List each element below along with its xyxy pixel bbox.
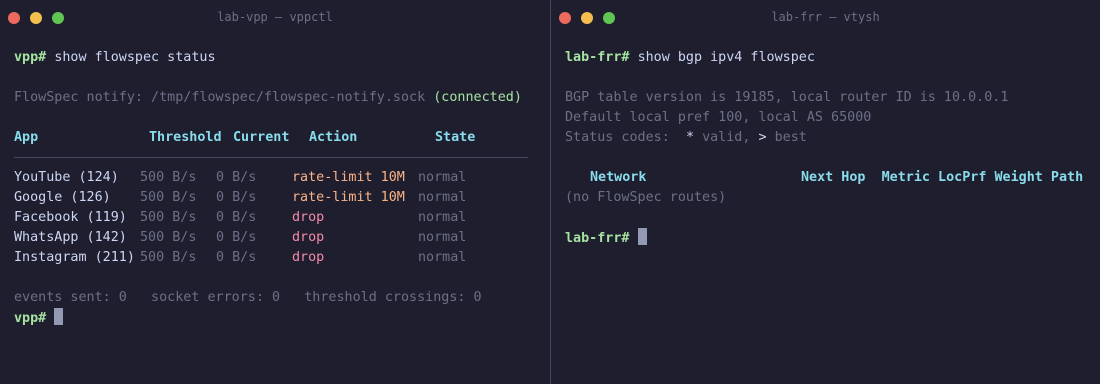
status-code-desc: best: [774, 130, 807, 145]
routes-table-header: Network Next Hop Metric LocPrf Weight Pa…: [565, 168, 1100, 188]
window-titlebar[interactable]: lab-vpp — vppctl: [0, 0, 550, 36]
cell-app: WhatsApp (142): [14, 230, 127, 245]
col-header-threshold: Threshold: [149, 130, 222, 145]
table-row: Facebook (119) 500 B/s 0 B/s drop normal: [14, 208, 550, 228]
cell-threshold: 500 B/s: [140, 230, 197, 245]
cell-action: rate-limit 10M: [292, 190, 405, 205]
cell-threshold: 500 B/s: [140, 170, 197, 185]
terminal-cursor: [54, 308, 64, 325]
cell-current: 0 B/s: [216, 170, 257, 185]
window-title: lab-vpp — vppctl: [217, 10, 333, 24]
window-titlebar[interactable]: lab-frr — vtysh: [551, 0, 1100, 36]
table-row: YouTube (124) 500 B/s 0 B/s rate-limit 10M n…: [14, 168, 550, 188]
terminal-output[interactable]: vpp# show flowspec status FlowSpec notif…: [14, 48, 550, 328]
status-code-desc: valid,: [702, 130, 751, 145]
cell-action: rate-limit 10M: [292, 170, 405, 185]
col-header-state: State: [435, 130, 476, 145]
table-divider: [14, 148, 550, 168]
cell-current: 0 B/s: [216, 210, 257, 225]
cell-state: normal: [418, 250, 467, 265]
cell-threshold: 500 B/s: [140, 210, 197, 225]
terminal-split-view: lab-vpp — vppctl vpp# show flowspec stat…: [0, 0, 1100, 384]
cell-action: drop: [292, 230, 325, 245]
shell-prompt: vpp#: [14, 311, 47, 326]
flowspec-table-body: YouTube (124) 500 B/s 0 B/s rate-limit 10M n…: [14, 168, 550, 268]
cell-app: Google (126): [14, 190, 111, 205]
col-header-action: Action: [309, 130, 358, 145]
command-text: show flowspec status: [54, 50, 216, 65]
cell-action: drop: [292, 250, 325, 265]
col-header-network: Network: [590, 170, 647, 185]
cell-app: YouTube (124): [14, 170, 119, 185]
shell-prompt: vpp#: [14, 50, 47, 65]
empty-routes-message: (no FlowSpec routes): [565, 190, 727, 205]
terminal-output[interactable]: lab-frr# show bgp ipv4 flowspec BGP tabl…: [565, 48, 1100, 248]
terminal-cursor: [637, 228, 647, 245]
cell-state: normal: [418, 210, 467, 225]
notify-connection-status: (connected): [433, 90, 522, 105]
flowspec-table-header: App Threshold Current Action State: [14, 128, 550, 148]
window-title: lab-frr — vtysh: [771, 10, 880, 24]
status-code-symbol: *: [685, 130, 694, 145]
bgp-local-pref-line: Default local pref 100, local AS 65000: [565, 110, 872, 125]
vtysh-terminal-window[interactable]: lab-frr — vtysh lab-frr# show bgp ipv4 f…: [551, 0, 1100, 384]
cell-state: normal: [418, 170, 467, 185]
status-code-symbol: >: [758, 130, 767, 145]
cell-state: normal: [418, 230, 467, 245]
cell-app: Facebook (119): [14, 210, 127, 225]
command-line: vpp# show flowspec status: [14, 48, 550, 68]
cell-current: 0 B/s: [216, 230, 257, 245]
command-line: lab-frr# show bgp ipv4 flowspec: [565, 48, 1100, 68]
cell-current: 0 B/s: [216, 250, 257, 265]
event-stats-line: events sent: 0 socket errors: 0 threshol…: [14, 290, 482, 305]
active-prompt-line[interactable]: lab-frr#: [565, 228, 1100, 248]
status-codes-line: Status codes: * valid, > best: [565, 128, 1100, 148]
notify-socket-path: FlowSpec notify: /tmp/flowspec/flowspec-…: [14, 90, 426, 105]
status-codes-label: Status codes:: [565, 130, 670, 145]
cell-threshold: 500 B/s: [140, 250, 197, 265]
cell-app: Instagram (211): [14, 250, 135, 265]
shell-prompt: lab-frr#: [565, 50, 630, 65]
bgp-table-version-line: BGP table version is 19185, local router…: [565, 90, 1009, 105]
active-prompt-line[interactable]: vpp#: [14, 308, 550, 328]
cell-state: normal: [418, 190, 467, 205]
cell-threshold: 500 B/s: [140, 190, 197, 205]
table-row: Google (126) 500 B/s 0 B/s rate-limit 10M no…: [14, 188, 550, 208]
command-text: show bgp ipv4 flowspec: [637, 50, 815, 65]
col-header-app: App: [14, 130, 39, 145]
table-row: WhatsApp (142) 500 B/s 0 B/s drop normal: [14, 228, 550, 248]
col-header-current: Current: [233, 130, 290, 145]
vppctl-terminal-window[interactable]: lab-vpp — vppctl vpp# show flowspec stat…: [0, 0, 550, 384]
cell-current: 0 B/s: [216, 190, 257, 205]
col-header-nexthop-metric-locprf-weight-path: Next Hop Metric LocPrf Weight Path: [801, 170, 1084, 185]
shell-prompt: lab-frr#: [565, 231, 630, 246]
table-row: Instagram (211) 500 B/s 0 B/s drop normal: [14, 248, 550, 268]
cell-action: drop: [292, 210, 325, 225]
notify-socket-line: FlowSpec notify: /tmp/flowspec/flowspec-…: [14, 88, 550, 108]
